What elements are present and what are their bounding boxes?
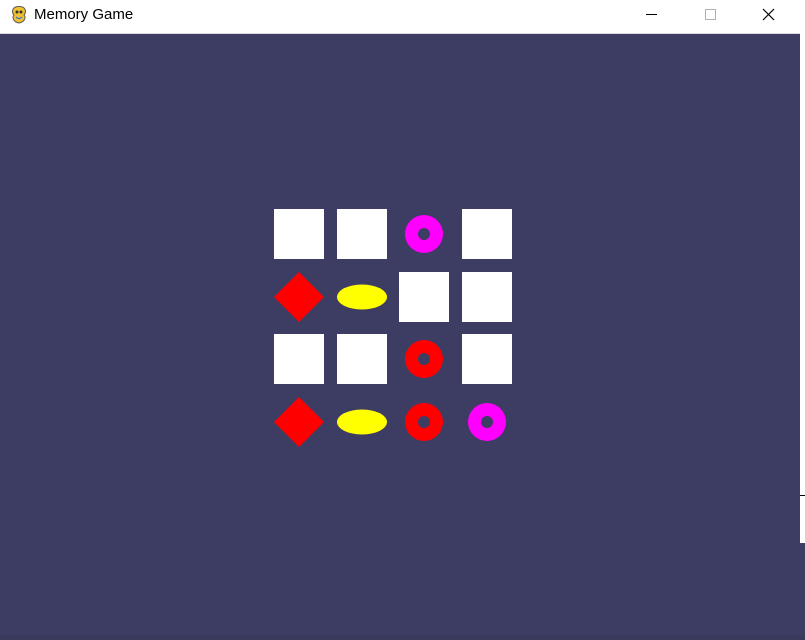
minimize-button[interactable] [626, 0, 682, 30]
card-covered[interactable] [399, 271, 449, 322]
card-board [274, 209, 512, 447]
card-oval[interactable] [336, 397, 387, 447]
card-diamond[interactable] [274, 271, 324, 322]
close-icon [762, 8, 775, 21]
diamond-icon [274, 396, 324, 447]
window-edge-shadow [800, 543, 805, 640]
close-button[interactable] [740, 0, 796, 30]
donut-icon [405, 215, 443, 253]
card-donut[interactable] [399, 209, 449, 259]
card-covered[interactable] [461, 271, 512, 322]
card-donut[interactable] [399, 334, 449, 384]
card-covered[interactable] [461, 209, 512, 259]
oval-icon [336, 284, 387, 309]
window-title: Memory Game [34, 6, 134, 23]
donut-icon [405, 340, 443, 378]
diamond-icon [274, 271, 324, 322]
window-edge-line [800, 495, 805, 496]
title-bar[interactable]: Memory Game [0, 0, 800, 34]
card-covered[interactable] [336, 334, 387, 384]
card-oval[interactable] [336, 272, 387, 322]
oval-icon [336, 409, 387, 434]
window-bottom-edge [0, 635, 805, 640]
maximize-icon [705, 9, 716, 20]
pygame-snake-icon [10, 5, 28, 25]
card-donut[interactable] [399, 397, 449, 447]
card-covered[interactable] [461, 334, 512, 384]
card-diamond[interactable] [274, 396, 324, 447]
donut-icon [467, 402, 506, 441]
donut-icon [405, 402, 443, 441]
maximize-button[interactable] [682, 0, 738, 30]
card-covered[interactable] [336, 209, 387, 259]
card-donut[interactable] [462, 397, 512, 447]
card-covered[interactable] [274, 334, 324, 384]
card-covered[interactable] [274, 209, 324, 259]
minimize-icon [646, 14, 657, 15]
